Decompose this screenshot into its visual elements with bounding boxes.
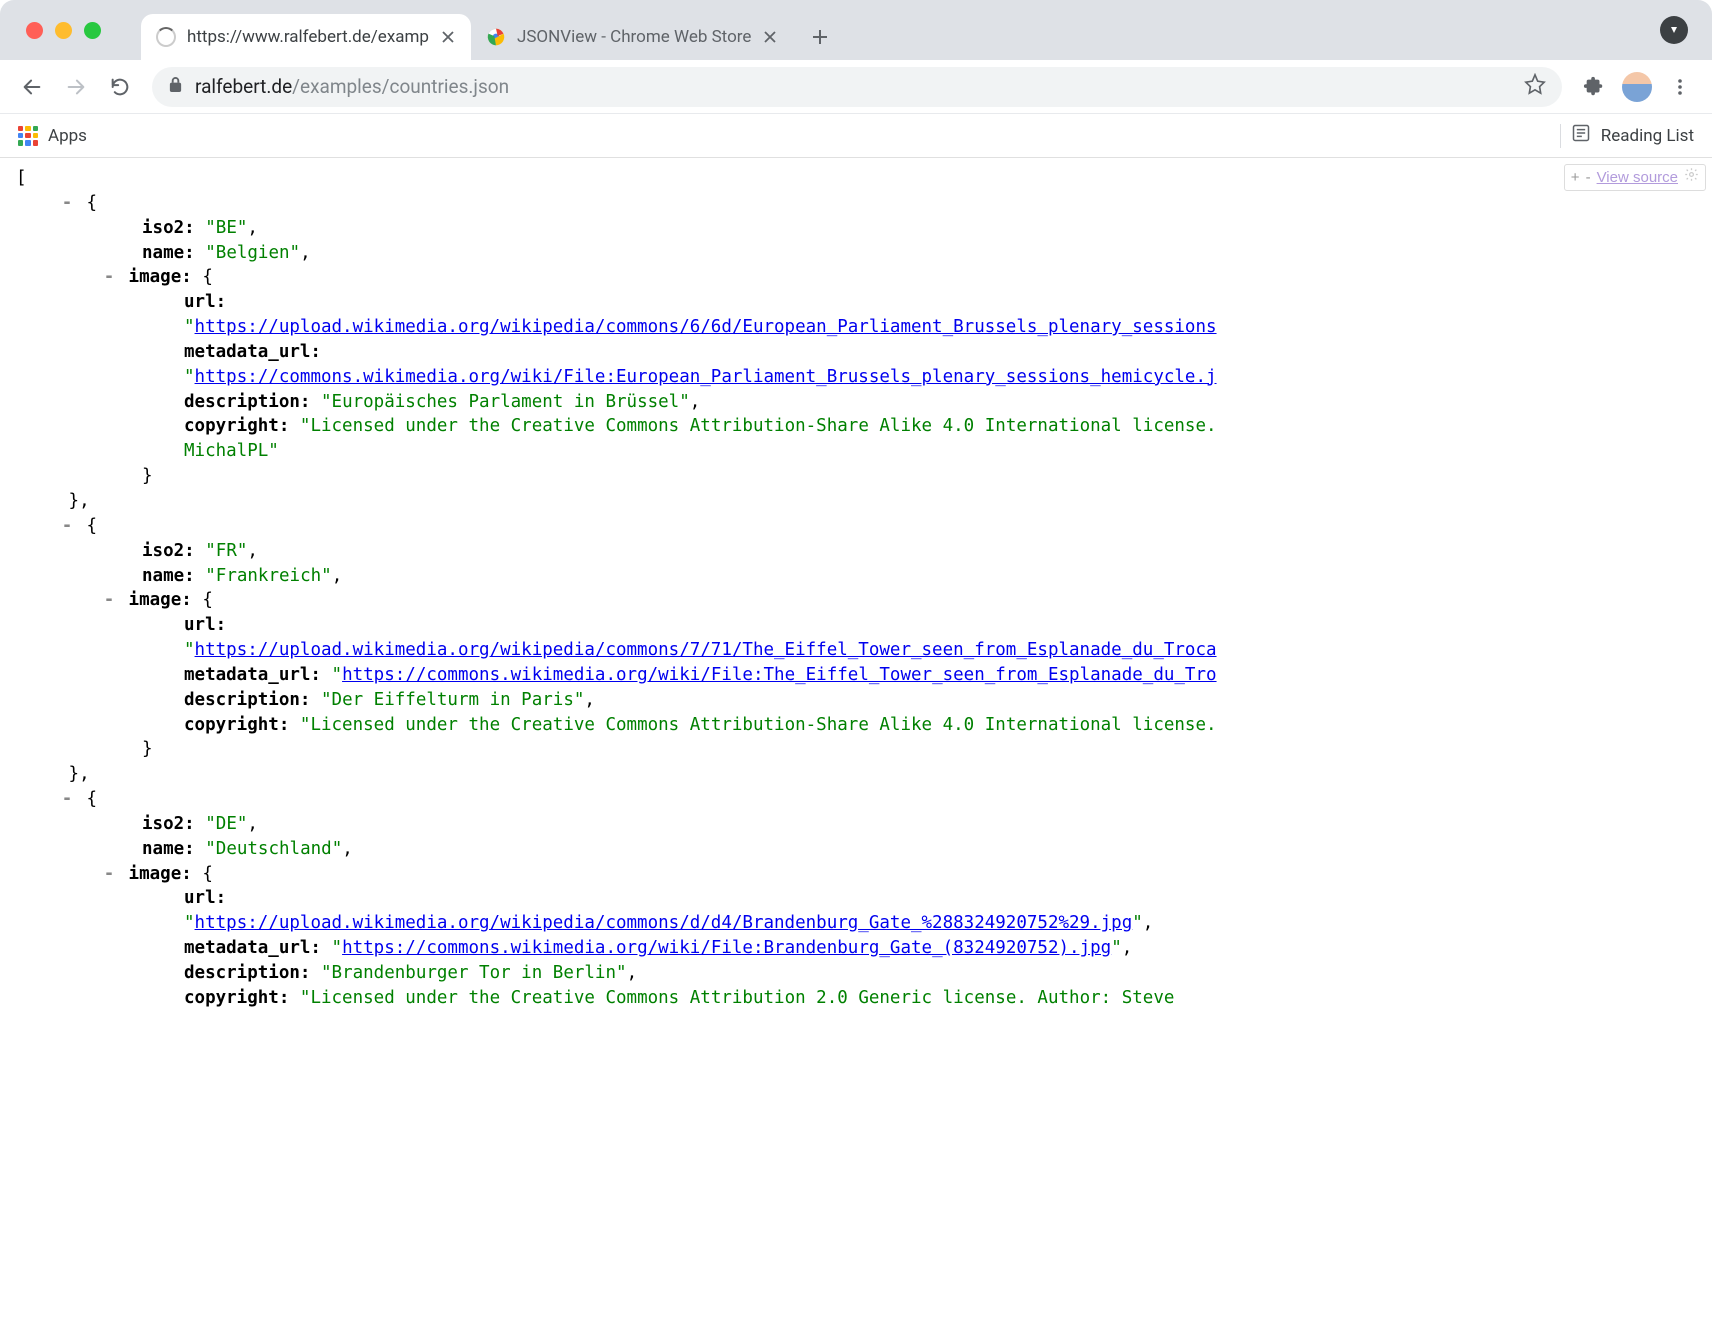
json-key: url: [184,615,226,635]
toolbar: ralfebert.de/examples/countries.json [0,60,1712,114]
apps-grid-icon [18,126,38,146]
json-key: url: [184,292,226,312]
json-key: copyright: [184,715,289,735]
collapse-toggle[interactable]: - [100,862,118,887]
expand-all-button[interactable]: + [1571,167,1580,188]
tab-title: JSONView - Chrome Web Store [517,27,751,47]
tab-active[interactable]: https://www.ralfebert.de/examp [141,14,471,60]
json-string: "Licensed under the Creative Commons Att… [300,988,1175,1008]
back-button[interactable] [12,67,52,107]
json-key: metadata_url: [184,938,321,958]
tab-inactive[interactable]: JSONView - Chrome Web Store [471,14,793,60]
json-key: description: [184,392,310,412]
loading-spinner-icon [155,26,177,48]
json-string: "Brandenburger Tor in Berlin" [321,963,627,983]
json-string: "Frankreich" [205,566,331,586]
collapse-all-button[interactable]: - [1586,167,1591,188]
json-link[interactable]: https://upload.wikimedia.org/wikipedia/c… [195,640,1217,660]
close-window-button[interactable] [26,22,43,39]
json-key: metadata_url: [184,665,321,685]
new-tab-button[interactable] [801,18,839,56]
collapse-toggle[interactable]: - [58,514,76,539]
json-link[interactable]: https://upload.wikimedia.org/wikipedia/c… [195,317,1217,337]
bookmarks-bar: Apps Reading List [0,114,1712,158]
titlebar: https://www.ralfebert.de/examp JSONView … [0,0,1712,60]
json-link[interactable]: https://commons.wikimedia.org/wiki/File:… [342,938,1111,958]
view-source-link[interactable]: View source [1597,167,1678,188]
chrome-store-favicon-icon [485,26,507,48]
json-string: "FR" [205,541,247,561]
collapse-toggle[interactable]: - [100,588,118,613]
json-link[interactable]: https://commons.wikimedia.org/wiki/File:… [195,367,1217,387]
json-key: description: [184,690,310,710]
json-link[interactable]: https://commons.wikimedia.org/wiki/File:… [342,665,1216,685]
json-string: "BE" [205,218,247,238]
json-string: "DE" [205,814,247,834]
collapse-toggle[interactable]: - [58,191,76,216]
json-link[interactable]: https://upload.wikimedia.org/wikipedia/c… [195,913,1133,933]
json-key: copyright: [184,416,289,436]
address-bar[interactable]: ralfebert.de/examples/countries.json [152,67,1562,107]
url-host: ralfebert.de [195,75,292,98]
apps-shortcut[interactable]: Apps [18,126,87,146]
json-key: iso2: [142,814,195,834]
json-string: "Belgien" [205,243,300,263]
bookmark-star-icon[interactable] [1524,73,1546,100]
json-key: iso2: [142,218,195,238]
reload-button[interactable] [100,67,140,107]
json-string: "Der Eiffelturm in Paris" [321,690,584,710]
minimize-window-button[interactable] [55,22,72,39]
json-string: "Licensed under the Creative Commons Att… [300,715,1217,735]
window-controls [0,22,141,39]
json-string: "Licensed under the Creative Commons Att… [300,416,1217,436]
json-string: "Deutschland" [205,839,342,859]
json-string: "Europäisches Parlament in Brüssel" [321,392,690,412]
reading-list-button[interactable]: Reading List [1571,123,1694,148]
profile-avatar[interactable] [1622,72,1652,102]
url-path: /examples/countries.json [292,75,509,98]
json-key: name: [142,839,195,859]
collapse-toggle[interactable]: - [58,787,76,812]
json-string: MichalPL" [184,441,279,461]
gear-icon[interactable] [1684,167,1699,188]
maximize-window-button[interactable] [84,22,101,39]
collapse-toggle[interactable]: - [100,265,118,290]
json-key: metadata_url: [184,342,321,362]
json-key: copyright: [184,988,289,1008]
json-key: description: [184,963,310,983]
json-key: name: [142,566,195,586]
divider [1560,124,1561,148]
incognito-or-account-icon[interactable] [1660,16,1688,44]
apps-label: Apps [48,126,87,146]
extensions-button[interactable] [1574,67,1614,107]
json-viewer: + - View source [ - { iso2: "BE", name: … [0,158,1712,1019]
close-tab-button[interactable] [439,28,457,46]
json-key: image: [129,864,192,884]
tab-strip: https://www.ralfebert.de/examp JSONView … [141,0,1712,60]
jsonview-toolbar: + - View source [1564,164,1706,191]
json-key: image: [129,590,192,610]
reading-list-icon [1571,123,1591,148]
json-key: iso2: [142,541,195,561]
forward-button[interactable] [56,67,96,107]
close-tab-button[interactable] [761,28,779,46]
lock-icon [168,75,183,98]
tab-title: https://www.ralfebert.de/examp [187,27,429,47]
json-key: image: [129,267,192,287]
json-key: name: [142,243,195,263]
chrome-menu-button[interactable] [1660,67,1700,107]
url-text: ralfebert.de/examples/countries.json [195,75,509,98]
json-key: url: [184,888,226,908]
reading-list-label: Reading List [1601,126,1694,146]
